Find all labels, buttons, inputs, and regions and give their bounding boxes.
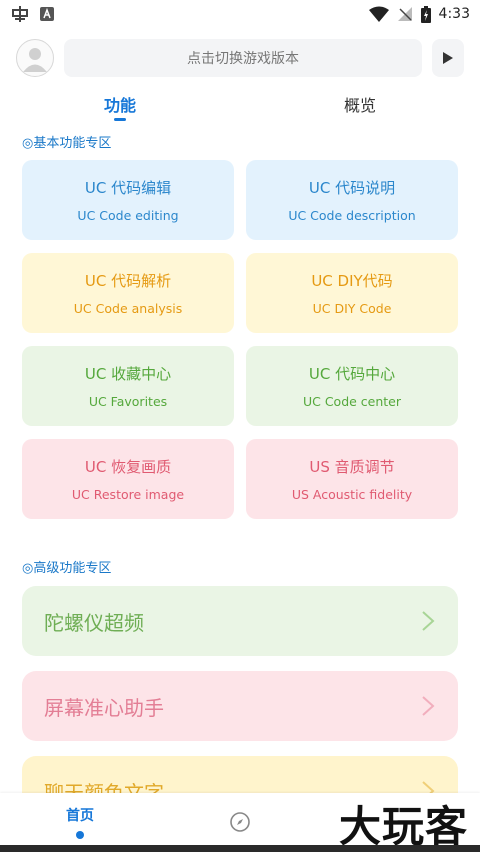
no-signal-icon xyxy=(397,6,413,22)
card-uc-diy-code[interactable]: UC DIY代码 UC DIY Code xyxy=(246,253,458,333)
crosshair-assistant-item[interactable]: 屏幕准心助手 xyxy=(22,671,458,741)
card-subtitle: UC DIY Code xyxy=(312,301,392,316)
game-version-search[interactable]: 点击切换游戏版本 xyxy=(64,39,422,77)
advanced-section-title: ◎高级功能专区 xyxy=(22,561,112,576)
avatar[interactable] xyxy=(16,39,54,77)
card-subtitle: UC Code editing xyxy=(77,208,179,223)
status-left xyxy=(10,5,54,23)
card-title: US 音质调节 xyxy=(309,458,395,476)
nav-home-indicator xyxy=(76,831,84,839)
card-subtitle: UC Favorites xyxy=(88,394,168,409)
header: 点击切换游戏版本 xyxy=(16,38,464,78)
user-avatar-icon xyxy=(23,48,47,72)
card-uc-restore-image[interactable]: UC 恢复画质 UC Restore image xyxy=(22,439,234,519)
card-uc-code-description[interactable]: UC 代码说明 UC Code description xyxy=(246,160,458,240)
status-right: 4:33 xyxy=(368,5,470,23)
card-subtitle: UC Code center xyxy=(302,394,402,409)
card-subtitle: UC Code description xyxy=(288,208,416,223)
card-title: UC 恢复画质 xyxy=(84,458,172,476)
card-title: UC 收藏中心 xyxy=(84,365,172,383)
card-subtitle: UC Code analysis xyxy=(73,301,183,316)
system-nav-bar xyxy=(0,845,480,852)
text-notification-icon xyxy=(40,7,54,21)
basic-section-title: ◎基本功能专区 xyxy=(22,136,112,151)
card-uc-favorites[interactable]: UC 收藏中心 UC Favorites xyxy=(22,346,234,426)
item-label: 屏幕准心助手 xyxy=(44,695,164,720)
bottom-nav: 首页 大玩客 xyxy=(0,793,480,851)
card-uc-code-center[interactable]: UC 代码中心 UC Code center xyxy=(246,346,458,426)
card-title: UC 代码编辑 xyxy=(84,179,172,197)
basic-functions-grid: UC 代码编辑 UC Code editing UC 代码说明 UC Code … xyxy=(22,160,458,519)
watermark: 大玩客 xyxy=(338,802,468,851)
item-label: 陀螺仪超频 xyxy=(44,610,144,635)
chevron-right-icon xyxy=(420,694,436,718)
card-subtitle: US Acoustic fidelity xyxy=(291,487,413,502)
card-subtitle: UC Restore image xyxy=(71,487,185,502)
battery-icon xyxy=(420,5,431,23)
chevron-right-icon xyxy=(420,609,436,633)
play-button[interactable] xyxy=(432,39,464,77)
card-title: UC 代码说明 xyxy=(308,179,396,197)
card-title: UC 代码解析 xyxy=(84,272,172,290)
card-uc-code-analysis[interactable]: UC 代码解析 UC Code analysis xyxy=(22,253,234,333)
play-icon xyxy=(443,52,453,64)
tab-overview[interactable]: 概览 xyxy=(300,92,420,116)
card-title: UC DIY代码 xyxy=(311,272,393,290)
status-bar: 4:33 xyxy=(0,0,480,28)
search-placeholder: 点击切换游戏版本 xyxy=(187,51,299,67)
wifi-icon xyxy=(368,6,389,22)
tab-functions[interactable]: 功能 xyxy=(60,92,180,116)
card-us-acoustic-fidelity[interactable]: US 音质调节 US Acoustic fidelity xyxy=(246,439,458,519)
card-title: UC 代码中心 xyxy=(308,365,396,383)
app-notification-icon xyxy=(10,5,30,23)
status-time: 4:33 xyxy=(438,6,470,22)
tab-bar: 功能 概览 xyxy=(0,92,480,122)
nav-home[interactable]: 首页 xyxy=(56,805,104,825)
card-uc-code-editing[interactable]: UC 代码编辑 UC Code editing xyxy=(22,160,234,240)
gyroscope-overclock-item[interactable]: 陀螺仪超频 xyxy=(22,586,458,656)
tab-indicator xyxy=(114,118,126,121)
compass-icon[interactable] xyxy=(229,811,251,833)
